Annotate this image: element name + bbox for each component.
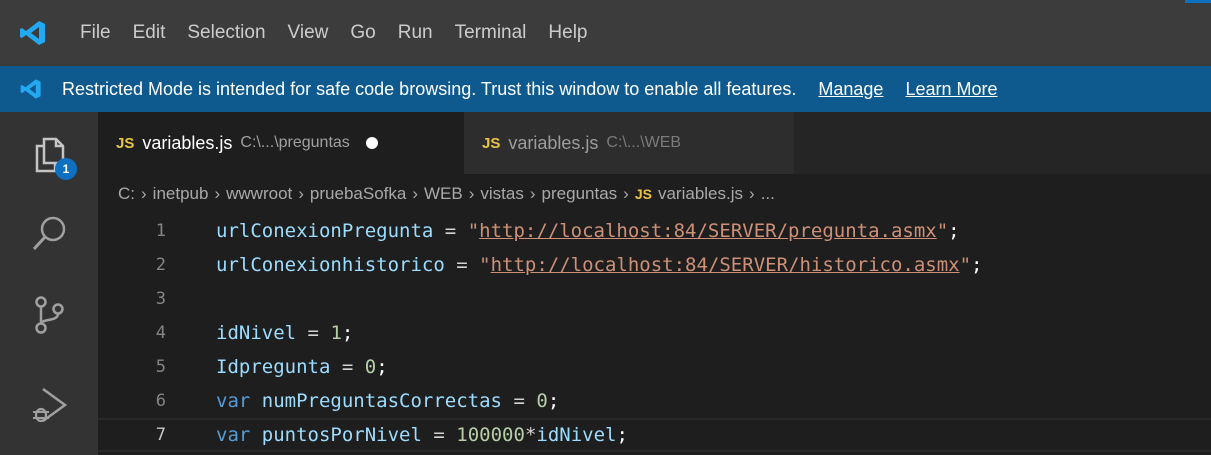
code-line[interactable]: 6 var numPreguntasCorrectas = 0; bbox=[98, 384, 1211, 418]
chevron-right-icon: › bbox=[749, 184, 755, 203]
line-number: 5 bbox=[155, 357, 166, 377]
code-text: urlConexionhistorico = "http://localhost… bbox=[216, 254, 983, 276]
tab-path: C:\...\WEB bbox=[606, 134, 682, 151]
editor-tabs: JS variables.js C:\...\preguntas JS vari… bbox=[98, 112, 1211, 174]
code-text: var puntosPorNivel = 100000*idNivel; bbox=[216, 424, 628, 446]
manage-link[interactable]: Manage bbox=[818, 79, 883, 100]
js-file-icon: JS bbox=[482, 134, 501, 152]
breadcrumb: C: › inetpub › wwwroot › pruebaSofka › W… bbox=[98, 174, 1211, 214]
breadcrumb-item[interactable]: pruebaSofka bbox=[310, 184, 406, 204]
menu-run[interactable]: Run bbox=[387, 0, 444, 66]
vscode-shield-icon bbox=[0, 66, 62, 112]
chevron-right-icon: › bbox=[529, 184, 536, 203]
menu-terminal[interactable]: Terminal bbox=[444, 0, 538, 66]
breadcrumb-item[interactable]: C: bbox=[118, 184, 135, 204]
line-number: 2 bbox=[155, 255, 166, 275]
line-number: 1 bbox=[155, 221, 166, 241]
title-bar: File Edit Selection View Go Run Terminal… bbox=[0, 0, 1211, 66]
tab-variables-web[interactable]: JS variables.js C:\...\WEB bbox=[464, 112, 794, 174]
vscode-logo-icon[interactable] bbox=[0, 0, 66, 66]
line-number: 4 bbox=[155, 323, 166, 343]
restricted-mode-banner: Restricted Mode is intended for safe cod… bbox=[0, 66, 1211, 112]
breadcrumb-symbols[interactable]: ... bbox=[761, 184, 775, 204]
tab-path: C:\...\preguntas bbox=[240, 134, 350, 151]
search-icon[interactable] bbox=[0, 190, 98, 276]
chevron-right-icon: › bbox=[141, 184, 147, 203]
chevron-right-icon: › bbox=[468, 184, 475, 203]
line-number: 6 bbox=[155, 391, 166, 411]
menu-edit[interactable]: Edit bbox=[122, 0, 177, 66]
menu-selection[interactable]: Selection bbox=[176, 0, 276, 66]
source-control-icon[interactable] bbox=[0, 272, 98, 358]
menu-file[interactable]: File bbox=[66, 0, 122, 66]
menu-view[interactable]: View bbox=[277, 0, 340, 66]
explorer-badge: 1 bbox=[55, 158, 77, 180]
breadcrumb-item[interactable]: vistas bbox=[480, 184, 523, 204]
breadcrumb-item[interactable]: inetpub bbox=[153, 184, 209, 204]
code-line[interactable]: 5 Idpregunta = 0; bbox=[98, 350, 1211, 384]
js-file-icon: JS bbox=[634, 186, 652, 202]
chevron-right-icon: › bbox=[623, 184, 629, 203]
chevron-right-icon: › bbox=[214, 184, 221, 203]
code-text: var numPreguntasCorrectas = 0; bbox=[216, 390, 560, 412]
title-accent-strip bbox=[1185, 0, 1211, 3]
code-line[interactable]: 1 urlConexionPregunta = "http://localhos… bbox=[98, 214, 1211, 248]
breadcrumb-item[interactable]: wwwroot bbox=[226, 184, 292, 204]
code-text: Idpregunta = 0; bbox=[216, 356, 388, 378]
breadcrumb-item[interactable]: preguntas bbox=[542, 184, 618, 204]
code-line[interactable]: 4 idNivel = 1; bbox=[98, 316, 1211, 350]
activity-bar: 1 bbox=[0, 112, 98, 455]
learn-more-link[interactable]: Learn More bbox=[905, 79, 997, 100]
menu-go[interactable]: Go bbox=[339, 0, 386, 66]
code-editor[interactable]: 1 urlConexionPregunta = "http://localhos… bbox=[98, 214, 1211, 455]
line-number: 3 bbox=[155, 289, 166, 309]
run-debug-icon[interactable] bbox=[0, 362, 98, 448]
line-number: 7 bbox=[155, 425, 166, 445]
menu-help[interactable]: Help bbox=[537, 0, 598, 66]
menu-bar: File Edit Selection View Go Run Terminal… bbox=[66, 0, 599, 66]
breadcrumb-item[interactable]: WEB bbox=[424, 184, 463, 204]
chevron-right-icon: › bbox=[298, 184, 304, 203]
chevron-right-icon: › bbox=[412, 184, 418, 203]
code-text: urlConexionPregunta = "http://localhost:… bbox=[216, 220, 960, 242]
code-line[interactable]: 2 urlConexionhistorico = "http://localho… bbox=[98, 248, 1211, 282]
js-file-icon: JS bbox=[116, 134, 135, 152]
code-line[interactable]: 3 bbox=[98, 282, 1211, 316]
code-line-current[interactable]: 7 var puntosPorNivel = 100000*idNivel; bbox=[98, 418, 1211, 452]
tab-variables-preguntas[interactable]: JS variables.js C:\...\preguntas bbox=[98, 112, 464, 174]
unsaved-dot-icon[interactable] bbox=[365, 137, 378, 149]
breadcrumb-file[interactable]: variables.js bbox=[658, 184, 743, 204]
banner-message: Restricted Mode is intended for safe cod… bbox=[62, 78, 797, 99]
tab-filename: variables.js bbox=[142, 132, 233, 153]
tab-filename: variables.js bbox=[508, 132, 599, 153]
explorer-icon[interactable]: 1 bbox=[0, 112, 98, 198]
code-text: idNivel = 1; bbox=[216, 322, 354, 344]
